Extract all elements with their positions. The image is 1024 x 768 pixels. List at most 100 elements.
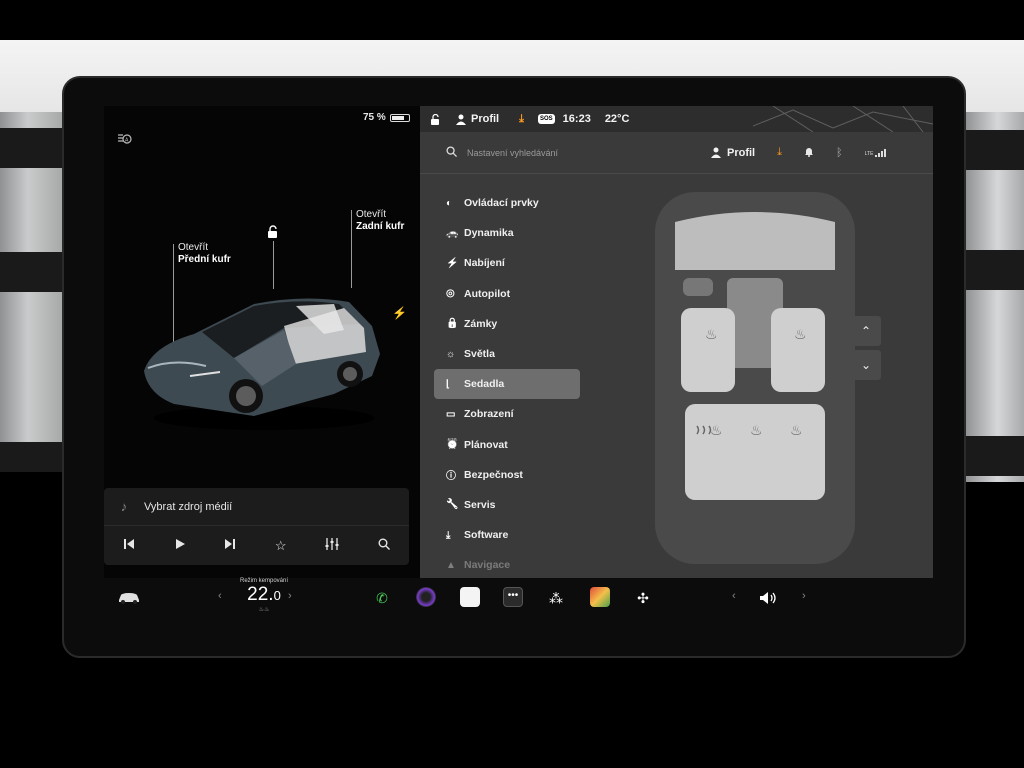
sos-button[interactable]: SOS <box>538 114 555 124</box>
more-apps-icon[interactable]: ••• <box>503 587 523 607</box>
dashboard-left <box>0 112 70 472</box>
phone-icon[interactable]: ✆ <box>372 578 392 618</box>
settings-menu-item[interactable]: ⚡ Nabíjení <box>434 248 584 278</box>
settings-menu-label: Nabíjení <box>464 257 505 270</box>
car-icon[interactable] <box>114 578 144 618</box>
steering-wheel-icon: ◎ <box>446 288 455 300</box>
star-icon[interactable]: ☆ <box>275 538 287 554</box>
settings-menu-label: Software <box>464 529 509 542</box>
profile-label: Profil <box>727 146 756 159</box>
settings-menu-item[interactable]: ⤓ Software <box>434 520 584 550</box>
seat-overview <box>655 192 855 564</box>
temp-increase-icon[interactable]: › <box>288 590 292 602</box>
settings-menu-item[interactable]: ⌊ Sedadla <box>434 369 580 400</box>
bell-icon[interactable] <box>804 146 814 160</box>
alert-icon: ⓘ <box>446 471 456 483</box>
search-icon[interactable] <box>378 538 390 553</box>
battery-status: 75 % <box>363 112 410 123</box>
status-unlock-icon[interactable] <box>430 113 440 125</box>
auto-headlights-icon[interactable]: A <box>116 132 136 146</box>
toybox-icon[interactable] <box>590 587 610 607</box>
next-icon[interactable] <box>224 538 236 553</box>
person-icon <box>711 147 721 158</box>
settings-menu-item[interactable]: ⓘ Bezpečnost <box>434 460 584 490</box>
volume-icon[interactable] <box>756 578 780 618</box>
settings-menu-item[interactable]: ▭ Zobrazení <box>434 399 584 429</box>
sun-icon: ☼ <box>446 348 456 360</box>
dashboard-vent <box>0 252 70 292</box>
settings-menu-item[interactable]: ▲ Navigace <box>434 550 584 578</box>
settings-menu-label: Sedadla <box>464 378 505 391</box>
settings-menu-label: Plánovat <box>464 438 508 451</box>
wrench-icon: 🔧 <box>446 499 459 511</box>
photo-scene: A 75 % Otevřít Přední kufr Otevřít Zadní… <box>0 0 1024 768</box>
dashboard-vent <box>958 436 1024 476</box>
download-icon[interactable]: ⤓ <box>777 146 782 159</box>
battery-fill <box>391 115 404 120</box>
front-trunk-action: Otevřít <box>178 242 209 253</box>
camera-icon[interactable] <box>416 587 436 607</box>
volume-decrease-icon[interactable]: ‹ <box>732 590 736 602</box>
settings-panel: Profil ⤓ SOS 16:23 22°C Nastavení vyhled… <box>420 106 933 578</box>
outside-temperature: 22°C <box>604 113 630 125</box>
media-player: ♪ Vybrat zdroj médií ☆ <box>104 488 409 565</box>
settings-menu-item[interactable]: 🚗 Dynamika <box>434 218 584 248</box>
bluetooth-icon[interactable]: ᛒ <box>836 147 843 159</box>
chevron-down-icon[interactable]: ⌄ <box>851 350 881 380</box>
settings-menu: ◐ Ovládací prvky 🚗 Dynamika ⚡ Nabíjení ◎ Autopi… <box>434 188 584 578</box>
bolt-icon: ⚡ <box>446 257 459 269</box>
previous-icon[interactable] <box>123 538 135 553</box>
climate-control[interactable]: Režim kempování 22.0 ♨♨ <box>224 578 304 618</box>
settings-menu-item[interactable]: 🔒 Zámky <box>434 309 584 339</box>
chevron-up-icon[interactable]: ⌃ <box>851 316 881 346</box>
status-download-icon[interactable]: ⤓ <box>519 113 524 126</box>
car-panel: A 75 % Otevřít Přední kufr Otevřít Zadní… <box>104 106 420 578</box>
dashboard-vent <box>958 130 1024 170</box>
seat-heater-rear-center[interactable]: ♨ <box>750 422 763 439</box>
settings-menu-label: Bezpečnost <box>464 468 523 481</box>
settings-menu-label: Zobrazení <box>464 408 514 421</box>
temp-decrease-icon[interactable]: ‹ <box>218 590 222 602</box>
cabin-temperature: 22.0 <box>224 584 304 607</box>
car-icon: 🚗 <box>446 227 459 239</box>
seat-heater-rear-left[interactable]: ♨ <box>710 422 723 439</box>
seat-heater-rear-right[interactable]: ♨ <box>790 422 803 439</box>
settings-menu-item[interactable]: ◐ Ovládací prvky <box>434 188 584 218</box>
profile-button[interactable]: Profil <box>711 147 755 159</box>
calendar-icon[interactable] <box>460 587 480 607</box>
settings-menu-label: Servis <box>464 498 496 511</box>
play-icon[interactable] <box>174 538 186 553</box>
dashboard-right <box>958 112 1024 482</box>
lte-signal-icon: LTE <box>864 148 888 157</box>
search-icon[interactable] <box>446 145 457 160</box>
tidal-icon[interactable]: ⁂ <box>546 578 566 618</box>
seat-heat-indicator-icon: ♨♨ <box>258 607 270 613</box>
media-source-selector[interactable]: ♪ Vybrat zdroj médií <box>104 488 409 526</box>
volume-increase-icon[interactable]: › <box>802 590 806 602</box>
temp-whole: 22. <box>247 584 274 605</box>
charge-port-icon[interactable]: ⚡ <box>392 306 407 320</box>
settings-menu-item[interactable]: ☼ Světla <box>434 339 584 369</box>
settings-menu-item[interactable]: ◎ Autopilot <box>434 279 584 309</box>
settings-search-input[interactable]: Nastavení vyhledávání <box>467 148 697 158</box>
temp-decimal: 0 <box>273 588 281 603</box>
settings-menu-label: Světla <box>464 348 495 361</box>
seat-heater-front-left[interactable]: ♨ <box>705 326 718 343</box>
front-trunk-button[interactable]: Otevřít Přední kufr <box>178 242 231 266</box>
rear-trunk-label: Zadní kufr <box>356 221 405 232</box>
settings-menu-item[interactable]: ⏰ Plánovat <box>434 430 584 460</box>
settings-menu-item[interactable]: 🔧 Servis <box>434 490 584 520</box>
fan-icon[interactable]: ✣ <box>633 578 653 618</box>
unlock-icon[interactable] <box>266 225 280 239</box>
toggle-icon: ◐ <box>446 197 453 209</box>
download-icon: ⤓ <box>446 529 451 541</box>
rear-trunk-action: Otevřít <box>356 209 387 220</box>
sos-label: SOS <box>538 114 555 124</box>
navigation-icon: ▲ <box>446 559 456 571</box>
front-trunk-label: Přední kufr <box>178 254 231 265</box>
seat-heater-front-right[interactable]: ♨ <box>794 326 807 343</box>
rear-trunk-button[interactable]: Otevřít Zadní kufr <box>356 209 404 233</box>
status-profile-button[interactable]: Profil <box>456 113 499 125</box>
equalizer-icon[interactable] <box>325 538 339 553</box>
lte-label: LTE <box>864 150 874 157</box>
